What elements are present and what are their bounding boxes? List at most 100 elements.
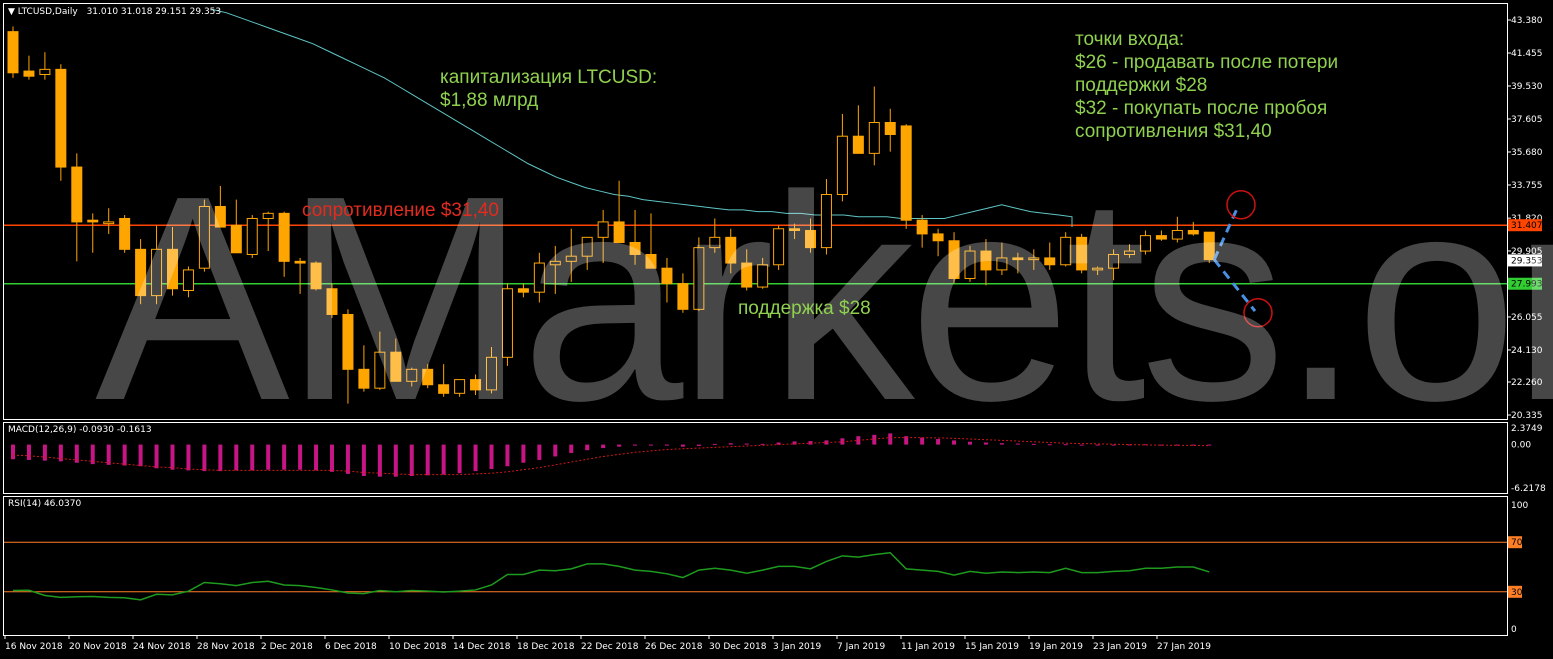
candle-body	[326, 288, 338, 315]
candle-body	[1060, 236, 1072, 266]
collapse-triangle-icon[interactable]: ▼	[8, 7, 15, 17]
candle-body	[1012, 257, 1024, 261]
macd-bar	[106, 444, 111, 465]
macd-bar	[649, 444, 653, 446]
rsi-title: RSI(14) 46.0370	[8, 499, 82, 509]
candle-body	[470, 379, 482, 391]
x-tick-label: 30 Dec 2018	[709, 642, 767, 652]
macd-tick-label: 0.00	[1511, 441, 1531, 451]
candle-body	[1028, 257, 1040, 261]
macd-bar	[441, 444, 446, 475]
macd-tick-label: -6.2178	[1511, 484, 1546, 494]
macd-bar	[601, 444, 606, 449]
x-tick-label: 2 Dec 2018	[261, 642, 313, 652]
macd-bar	[505, 444, 510, 467]
candle-body	[916, 219, 928, 235]
y-tick-label: 33.755	[1511, 181, 1543, 191]
macd-bar	[218, 444, 223, 472]
macd-bar	[234, 444, 239, 471]
support-label: поддержка $28	[738, 298, 871, 319]
macd-bar	[457, 444, 462, 474]
x-tick-label: 18 Dec 2018	[517, 642, 575, 652]
candle-body	[533, 262, 545, 293]
x-tick-label: 3 Jan 2019	[773, 642, 821, 652]
current-price-tag: 29.353	[1511, 256, 1543, 266]
macd-bar	[888, 433, 893, 445]
candle-body	[246, 217, 258, 255]
candle-body	[135, 248, 147, 297]
macd-bar	[345, 444, 350, 474]
macd-bar	[952, 440, 957, 445]
macd-bar	[26, 444, 31, 460]
macd-bar	[680, 444, 685, 447]
candle-body	[581, 236, 593, 257]
x-tick-label: 26 Dec 2018	[645, 642, 703, 652]
candle-body	[757, 264, 769, 288]
x-tick-label: 19 Jan 2019	[1029, 642, 1083, 652]
candle-body	[1203, 231, 1215, 261]
macd-bar	[266, 444, 271, 470]
macd-bar	[553, 444, 558, 457]
x-tick-label: 11 Jan 2019	[901, 642, 955, 652]
candle-body	[565, 255, 577, 262]
candle-body	[805, 229, 816, 249]
candle	[55, 64, 67, 181]
macd-bar	[170, 444, 175, 470]
candle	[246, 215, 258, 258]
entry-line: $32 - покупать после пробоя	[1075, 98, 1328, 119]
candle-body	[501, 288, 513, 358]
candle-body	[996, 257, 1008, 271]
macd-bar	[664, 444, 669, 446]
macd-bar	[330, 444, 334, 472]
rsi-level-tag: 70	[1511, 538, 1523, 548]
macd-bar	[968, 441, 972, 445]
x-tick-label: 22 Dec 2018	[581, 642, 639, 652]
macd-bar	[983, 442, 988, 445]
candle-body	[613, 221, 625, 243]
candle-body	[1092, 267, 1104, 271]
x-tick-label: 16 Nov 2018	[5, 642, 63, 652]
candle-body	[214, 205, 226, 228]
candle-body	[87, 219, 99, 223]
x-tick-label: 14 Dec 2018	[453, 642, 511, 652]
candle-body	[182, 269, 194, 291]
chart-header: ▼ LTCUSD,Daily 31.010 31.018 29.151 29.3…	[8, 7, 221, 17]
candle-body	[693, 247, 705, 310]
candle	[1060, 232, 1072, 267]
candle-body	[103, 221, 115, 225]
y-tick-label: 37.605	[1511, 115, 1543, 125]
candle-body	[422, 368, 434, 386]
macd-bar	[138, 444, 143, 467]
macd-bar	[361, 444, 366, 477]
entry-points-annotation: точки входа: $26 - продавать после потер…	[1075, 28, 1338, 143]
y-tick-label: 39.530	[1511, 82, 1543, 92]
candle-body	[948, 240, 960, 279]
candle-body	[7, 31, 19, 74]
macd-bar	[377, 444, 382, 477]
macd-bar	[250, 444, 255, 471]
candle-body	[262, 212, 274, 219]
candle	[7, 26, 19, 78]
rsi-level-tag: 30	[1511, 588, 1523, 598]
candle-body	[230, 224, 242, 254]
candle	[964, 245, 976, 282]
macd-bar	[42, 444, 47, 461]
macd-bar	[489, 444, 494, 470]
macd-bar	[314, 444, 319, 471]
candle-body	[852, 135, 864, 154]
candle-body	[55, 68, 67, 168]
cap-line-1: капитализация LTCUSD:	[440, 67, 658, 88]
candle-body	[1076, 236, 1088, 271]
macd-bar	[1031, 443, 1036, 445]
cap-line-2: $1,88 млрд	[440, 90, 539, 111]
candle-body	[39, 68, 51, 76]
candle-body	[1124, 250, 1135, 255]
x-tick-label: 28 Nov 2018	[197, 642, 255, 652]
candle-body	[900, 125, 912, 221]
x-tick-label: 6 Dec 2018	[325, 642, 377, 652]
ohlc-readout: 31.010 31.018 29.151 29.353	[86, 7, 222, 17]
macd-bar	[11, 444, 15, 460]
candle-body	[1108, 253, 1120, 269]
candle-body	[406, 368, 418, 382]
x-tick-label: 27 Jan 2019	[1157, 642, 1211, 652]
